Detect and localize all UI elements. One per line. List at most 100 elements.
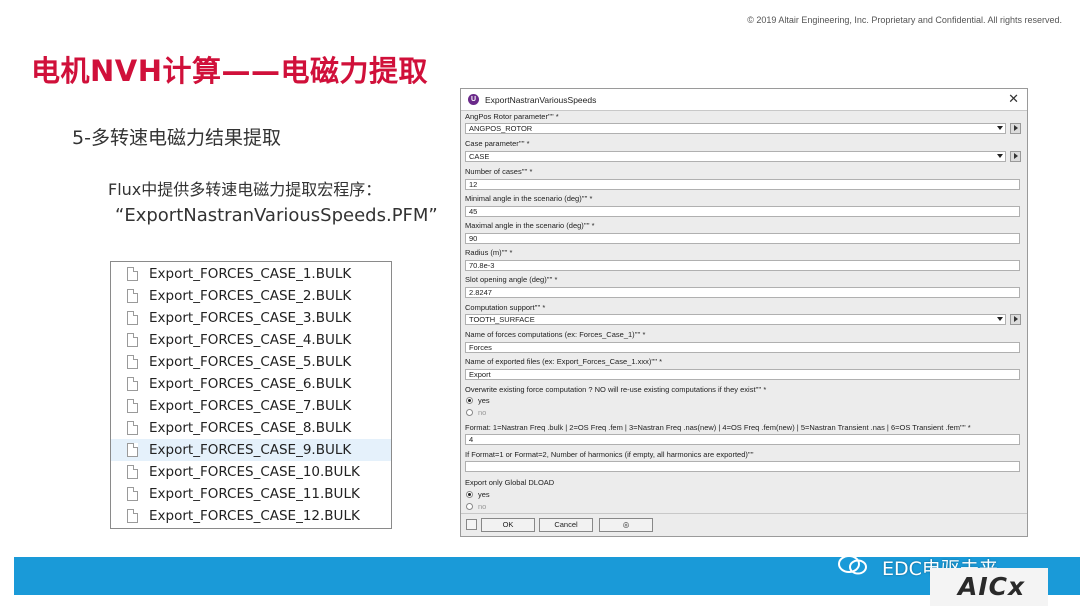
list-item[interactable]: Export_FORCES_CASE_12.BULK bbox=[111, 505, 391, 527]
watermark: EDC电驱未来 AICx bbox=[830, 546, 1080, 606]
help-button[interactable]: ◎ bbox=[599, 518, 653, 532]
angpos-label: AngPos Rotor parameter'''' * bbox=[465, 112, 559, 121]
maxangle-label: Maximal angle in the scenario (deg)'''' … bbox=[465, 221, 595, 230]
file-icon bbox=[127, 333, 138, 347]
close-icon[interactable]: ✕ bbox=[1008, 91, 1019, 107]
ncases-input[interactable]: 12 bbox=[465, 179, 1020, 190]
slide-title: 电机NVH计算——电磁力提取 bbox=[31, 54, 428, 88]
file-name: Export_FORCES_CASE_8.BULK bbox=[149, 420, 352, 436]
copyright-notice: © 2019 Altair Engineering, Inc. Propriet… bbox=[747, 15, 1062, 25]
aicx-logo: AICx bbox=[958, 572, 1026, 601]
chevron-down-icon bbox=[997, 126, 1003, 130]
slot-label: Slot opening angle (deg)'''' * bbox=[465, 275, 558, 284]
radio-checked[interactable] bbox=[466, 397, 473, 404]
case-label: Case parameter'''' * bbox=[465, 139, 530, 148]
chevron-down-icon bbox=[997, 317, 1003, 321]
file-name: Export_FORCES_CASE_9.BULK bbox=[149, 442, 352, 458]
list-item[interactable]: Export_FORCES_CASE_9.BULK bbox=[111, 439, 391, 461]
file-icon bbox=[127, 377, 138, 391]
list-item[interactable]: Export_FORCES_CASE_6.BULK bbox=[111, 373, 391, 395]
file-name: Export_FORCES_CASE_3.BULK bbox=[149, 310, 352, 326]
overwrite-no-option[interactable]: no bbox=[466, 408, 486, 417]
list-item[interactable]: Export_FORCES_CASE_7.BULK bbox=[111, 395, 391, 417]
format-label: Format: 1=Nastran Freq .bulk | 2=OS Freq… bbox=[465, 423, 971, 432]
file-name: Export_FORCES_CASE_1.BULK bbox=[149, 266, 352, 282]
dload-no-label: no bbox=[478, 502, 487, 511]
harmonics-label: If Format=1 or Format=2, Number of harmo… bbox=[465, 450, 754, 459]
list-item[interactable]: Export_FORCES_CASE_2.BULK bbox=[111, 285, 391, 307]
list-item[interactable]: Export_FORCES_CASE_5.BULK bbox=[111, 351, 391, 373]
format-input[interactable]: 4 bbox=[465, 434, 1020, 445]
dload-yes-label: yes bbox=[478, 490, 490, 499]
file-name: Export_FORCES_CASE_11.BULK bbox=[149, 486, 360, 502]
overwrite-yes-label: yes bbox=[478, 396, 490, 405]
radius-input[interactable]: 70.8e-3 bbox=[465, 260, 1020, 271]
radius-label: Radius (m)'''' * bbox=[465, 248, 513, 257]
exportname-input[interactable]: Export bbox=[465, 369, 1020, 380]
dload-label: Export only Global DLOAD bbox=[465, 478, 555, 487]
wechat-icon bbox=[838, 555, 867, 575]
minangle-label: Minimal angle in the scenario (deg)'''' … bbox=[465, 194, 593, 203]
forcesname-label: Name of forces computations (ex: Forces_… bbox=[465, 330, 646, 339]
radio-unchecked[interactable] bbox=[466, 503, 473, 510]
dialog-titlebar: U ExportNastranVariousSpeeds ✕ bbox=[461, 89, 1027, 111]
overwrite-no-label: no bbox=[478, 408, 487, 417]
forcesname-input[interactable]: Forces bbox=[465, 342, 1020, 353]
file-icon bbox=[127, 355, 138, 369]
file-icon bbox=[127, 311, 138, 325]
maxangle-input[interactable]: 90 bbox=[465, 233, 1020, 244]
cancel-button[interactable]: Cancel bbox=[539, 518, 593, 532]
file-name: Export_FORCES_CASE_4.BULK bbox=[149, 332, 352, 348]
ncases-label: Number of cases'''' * bbox=[465, 167, 533, 176]
file-name: Export_FORCES_CASE_5.BULK bbox=[149, 354, 352, 370]
support-browse-button[interactable] bbox=[1010, 314, 1021, 325]
list-item[interactable]: Export_FORCES_CASE_10.BULK bbox=[111, 461, 391, 483]
list-item[interactable]: Export_FORCES_CASE_8.BULK bbox=[111, 417, 391, 439]
list-item[interactable]: Export_FORCES_CASE_11.BULK bbox=[111, 483, 391, 505]
dialog-body: AngPos Rotor parameter'''' * ANGPOS_ROTO… bbox=[465, 112, 1023, 514]
slot-input[interactable]: 2.8247 bbox=[465, 287, 1020, 298]
export-dialog: U ExportNastranVariousSpeeds ✕ AngPos Ro… bbox=[460, 88, 1028, 537]
file-name: Export_FORCES_CASE_10.BULK bbox=[149, 464, 360, 480]
dload-no-option[interactable]: no bbox=[466, 502, 486, 511]
file-icon bbox=[127, 399, 138, 413]
list-item[interactable]: Export_FORCES_CASE_4.BULK bbox=[111, 329, 391, 351]
radio-checked[interactable] bbox=[466, 491, 473, 498]
file-icon bbox=[127, 421, 138, 435]
ok-button[interactable]: OK bbox=[481, 518, 535, 532]
script-icon[interactable] bbox=[466, 519, 477, 530]
app-icon: U bbox=[468, 94, 479, 105]
angpos-select[interactable]: ANGPOS_ROTOR bbox=[465, 123, 1006, 134]
list-item[interactable]: Export_FORCES_CASE_3.BULK bbox=[111, 307, 391, 329]
angpos-value: ANGPOS_ROTOR bbox=[469, 124, 533, 133]
dialog-footer: OK Cancel ◎ bbox=[461, 513, 1027, 536]
file-icon bbox=[127, 509, 138, 523]
file-name: Export_FORCES_CASE_7.BULK bbox=[149, 398, 352, 414]
file-icon bbox=[127, 487, 138, 501]
radio-unchecked[interactable] bbox=[466, 409, 473, 416]
exportname-label: Name of exported files (ex: Export_Force… bbox=[465, 357, 663, 366]
description-line-2: “ExportNastranVariousSpeeds.PFM” bbox=[115, 205, 438, 226]
file-icon bbox=[127, 289, 138, 303]
file-icon bbox=[127, 465, 138, 479]
support-value: TOOTH_SURFACE bbox=[469, 315, 535, 324]
file-icon bbox=[127, 443, 138, 457]
overwrite-yes-option[interactable]: yes bbox=[466, 396, 490, 405]
file-name: Export_FORCES_CASE_6.BULK bbox=[149, 376, 352, 392]
support-select[interactable]: TOOTH_SURFACE bbox=[465, 314, 1006, 325]
dload-yes-option[interactable]: yes bbox=[466, 490, 490, 499]
angpos-browse-button[interactable] bbox=[1010, 123, 1021, 134]
case-select[interactable]: CASE bbox=[465, 151, 1006, 162]
minangle-input[interactable]: 45 bbox=[465, 206, 1020, 217]
slide-subtitle: 5-多转速电磁力结果提取 bbox=[72, 127, 281, 149]
case-browse-button[interactable] bbox=[1010, 151, 1021, 162]
file-name: Export_FORCES_CASE_12.BULK bbox=[149, 508, 360, 524]
case-value: CASE bbox=[469, 152, 490, 161]
chevron-down-icon bbox=[997, 154, 1003, 158]
harmonics-input[interactable] bbox=[465, 461, 1020, 472]
file-name: Export_FORCES_CASE_2.BULK bbox=[149, 288, 352, 304]
list-item[interactable]: Export_FORCES_CASE_1.BULK bbox=[111, 263, 391, 285]
file-list: Export_FORCES_CASE_1.BULK Export_FORCES_C… bbox=[110, 261, 392, 529]
overwrite-label: Overwrite existing force computation ? N… bbox=[465, 385, 767, 394]
dialog-title: ExportNastranVariousSpeeds bbox=[485, 94, 597, 105]
